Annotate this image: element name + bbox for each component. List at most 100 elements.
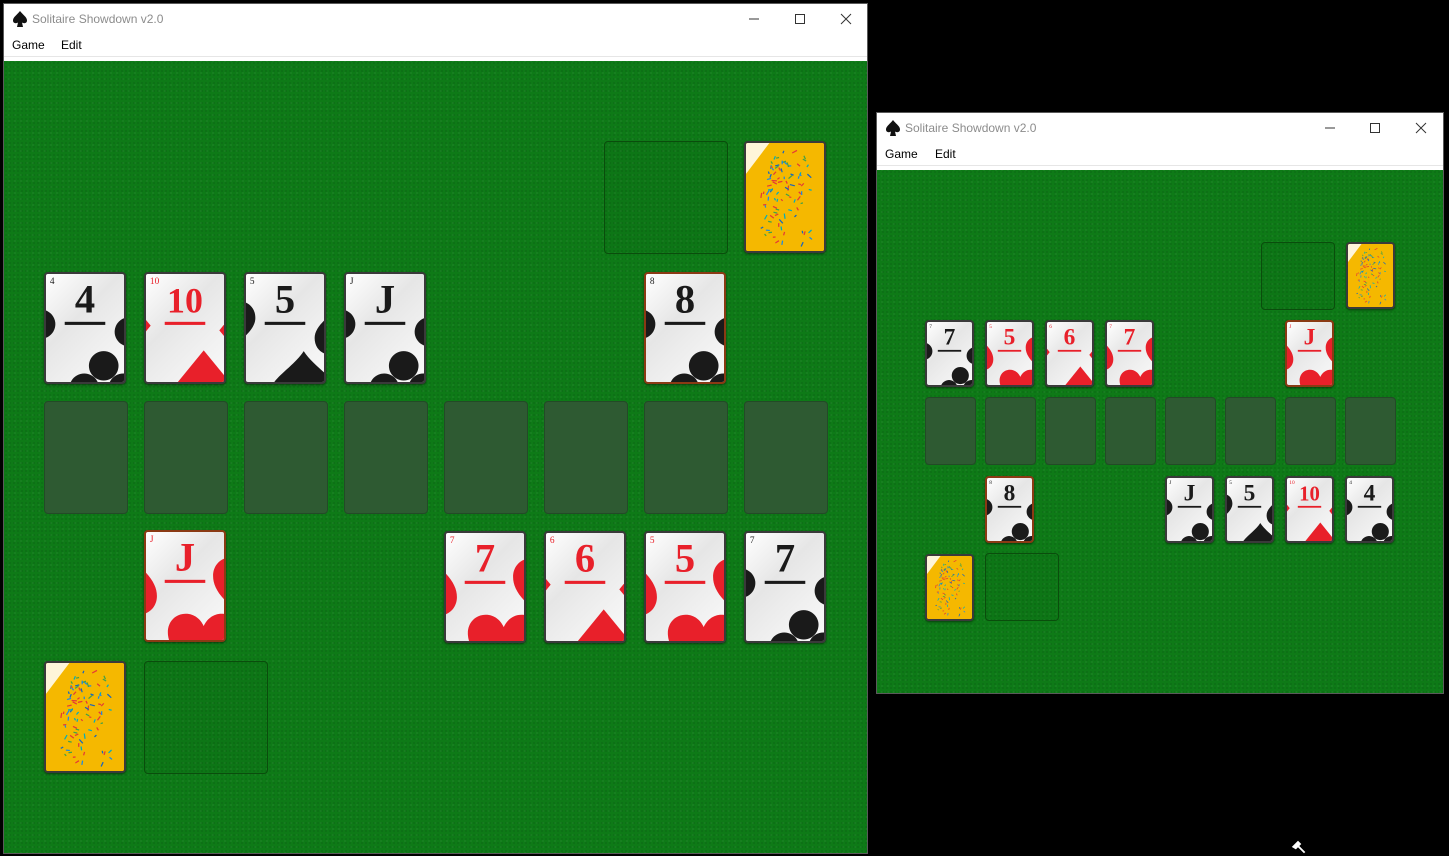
menu-game[interactable]: Game — [885, 143, 918, 165]
card-4-of-clubs[interactable]: 444 — [44, 272, 126, 384]
menu-edit[interactable]: Edit — [935, 143, 956, 165]
close-button[interactable] — [1398, 113, 1444, 143]
menu-edit[interactable]: Edit — [61, 34, 82, 56]
club-icon — [688, 351, 706, 373]
discard-slot[interactable] — [144, 661, 268, 774]
card-7-of-clubs[interactable]: 777 — [744, 531, 826, 643]
card-8-of-clubs[interactable]: 888 — [644, 272, 726, 384]
club-icon — [415, 295, 424, 366]
heart-icon — [1026, 337, 1032, 374]
diamond-icon — [185, 350, 206, 373]
club-icon — [987, 487, 992, 528]
spade-icon — [283, 351, 306, 373]
card-8-of-clubs[interactable]: 888 — [985, 476, 1034, 543]
game-table[interactable]: 444101010555JJJ888JJJ777666555777 — [4, 61, 867, 853]
card-J-of-clubs[interactable]: JJJ — [344, 272, 426, 384]
card-corner-rank: J — [1169, 480, 1171, 486]
heart-icon — [1119, 369, 1142, 380]
title-bar[interactable]: Solitaire Showdown v2.0 — [877, 113, 1443, 143]
tableau-slot[interactable] — [744, 401, 828, 514]
card-rank: 6 — [1064, 325, 1076, 351]
waste-slot[interactable] — [1261, 242, 1335, 310]
card-corner-rank: 5 — [650, 536, 655, 546]
minimize-icon — [1325, 127, 1335, 129]
club-icon — [115, 295, 124, 366]
card-J-of-hearts[interactable]: JJJ — [1285, 320, 1334, 387]
minimize-button[interactable] — [1307, 113, 1353, 143]
tableau-slot[interactable] — [544, 401, 628, 514]
discard-slot[interactable] — [985, 553, 1059, 621]
club-icon — [715, 295, 724, 366]
tableau-slot[interactable] — [44, 401, 128, 514]
tableau-slot[interactable] — [1045, 397, 1096, 465]
maximize-button[interactable] — [1352, 113, 1398, 143]
card-6-of-diamonds[interactable]: 666 — [544, 531, 626, 643]
stock-pile[interactable] — [744, 141, 826, 253]
spade-icon — [1227, 487, 1232, 528]
tableau-slot[interactable] — [144, 401, 228, 514]
deck-pile[interactable] — [925, 554, 974, 621]
tableau-slot[interactable] — [985, 397, 1036, 465]
spade-icon — [13, 11, 27, 27]
title-bar[interactable]: Solitaire Showdown v2.0 — [4, 4, 867, 34]
club-icon — [88, 351, 106, 373]
mouse-pointer-icon — [1290, 839, 1307, 855]
card-7-of-hearts[interactable]: 777 — [1105, 320, 1154, 387]
tableau-slot[interactable] — [344, 401, 428, 514]
card-10-of-diamonds[interactable]: 101010 — [1285, 476, 1334, 543]
window-title: Solitaire Showdown v2.0 — [905, 121, 1037, 135]
tableau-slot[interactable] — [925, 397, 976, 465]
tableau-slot[interactable] — [244, 401, 328, 514]
card-7-of-clubs[interactable]: 777 — [925, 320, 974, 387]
card-corner-rank: J — [150, 535, 154, 545]
maximize-button[interactable] — [777, 4, 823, 34]
menu-game[interactable]: Game — [12, 34, 45, 56]
close-icon — [1415, 122, 1427, 134]
tableau-slot[interactable] — [1225, 397, 1276, 465]
card-face: 101010 — [1287, 478, 1332, 541]
card-5-of-hearts[interactable]: 555 — [644, 531, 726, 643]
card-5-of-spades[interactable]: 555 — [1225, 476, 1274, 543]
club-icon — [815, 554, 824, 625]
card-face: 666 — [546, 533, 624, 641]
card-5-of-hearts[interactable]: 555 — [985, 320, 1034, 387]
heart-icon — [446, 552, 457, 615]
card-4-of-clubs[interactable]: 444 — [1345, 476, 1394, 543]
heart-icon — [1107, 333, 1113, 370]
card-rank: 8 — [675, 277, 695, 322]
heart-icon — [713, 558, 724, 621]
card-10-of-diamonds[interactable]: 101010 — [144, 272, 226, 384]
waste-slot[interactable] — [604, 141, 728, 254]
game-table[interactable]: 777555666777JJJ888JJJ555101010444 — [877, 170, 1443, 693]
diamond-icon — [146, 289, 151, 362]
spade-icon — [886, 120, 900, 136]
card-7-of-hearts[interactable]: 777 — [444, 531, 526, 643]
close-button[interactable] — [823, 4, 869, 34]
diamond-icon — [546, 548, 551, 621]
tableau-slot[interactable] — [1345, 397, 1396, 465]
minimize-button[interactable] — [731, 4, 777, 34]
tableau-slot[interactable] — [1285, 397, 1336, 465]
tableau-slot[interactable] — [1105, 397, 1156, 465]
heart-icon — [667, 614, 706, 632]
heart-icon — [467, 614, 506, 632]
card-J-of-clubs[interactable]: JJJ — [1165, 476, 1214, 543]
tableau-slot[interactable] — [644, 401, 728, 514]
deck-pile[interactable] — [44, 661, 126, 773]
card-5-of-spades[interactable]: 555 — [244, 272, 326, 384]
diamond-icon — [619, 553, 624, 626]
club-icon — [967, 334, 972, 375]
card-J-of-hearts[interactable]: JJJ — [144, 530, 226, 642]
card-corner-rank: 8 — [650, 277, 655, 287]
card-corner-rank: 5 — [1229, 480, 1232, 486]
card-back — [927, 556, 972, 619]
club-icon — [1167, 487, 1172, 528]
heart-icon — [1299, 369, 1322, 380]
diamond-icon — [585, 609, 606, 632]
stock-pile[interactable] — [1346, 242, 1395, 309]
heart-icon — [646, 552, 657, 615]
card-face: 666 — [1047, 322, 1092, 385]
tableau-slot[interactable] — [444, 401, 528, 514]
tableau-slot[interactable] — [1165, 397, 1216, 465]
card-6-of-diamonds[interactable]: 666 — [1045, 320, 1094, 387]
